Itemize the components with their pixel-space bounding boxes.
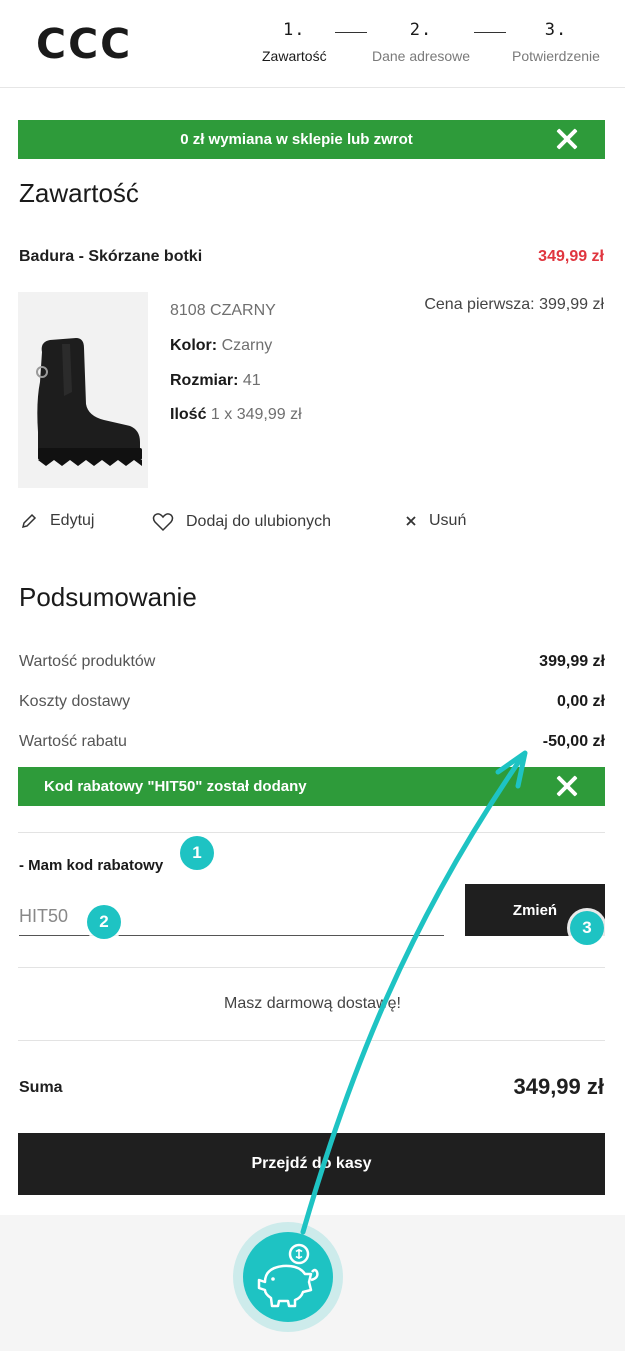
divider bbox=[18, 1040, 605, 1041]
summary-title: Podsumowanie bbox=[19, 582, 197, 612]
edit-label: Edytuj bbox=[50, 512, 95, 529]
checkout-button[interactable]: Przejdź do kasy bbox=[18, 1133, 605, 1195]
annotation-badge-1: 1 bbox=[180, 836, 214, 870]
summary-value: 0,00 zł bbox=[556, 693, 605, 710]
checkout-header: CCC 1. Zawartość 2. Dane adresowe 3. Pot… bbox=[0, 0, 625, 88]
exchange-banner-text: 0 zł wymiana w sklepie lub zwrot bbox=[180, 131, 413, 148]
summary-value: -50,00 zł bbox=[542, 733, 605, 750]
close-icon[interactable] bbox=[555, 127, 579, 151]
summary-row-products: Wartość produktów 399,99 zł bbox=[19, 653, 605, 671]
coupon-code-input[interactable] bbox=[19, 898, 444, 936]
exchange-banner: 0 zł wymiana w sklepie lub zwrot bbox=[18, 120, 605, 159]
coupon-added-text: Kod rabatowy "HIT50" został dodany bbox=[44, 778, 307, 795]
color-label: Kolor: bbox=[170, 337, 218, 354]
size-value: 41 bbox=[242, 372, 261, 389]
step-number: 2. bbox=[409, 20, 433, 40]
summary-row-shipping: Koszty dostawy 0,00 zł bbox=[19, 693, 605, 711]
product-price: 349,99 zł bbox=[538, 248, 604, 265]
piggy-bank-circle bbox=[243, 1232, 333, 1322]
close-icon[interactable] bbox=[555, 774, 579, 798]
pencil-icon bbox=[21, 513, 37, 529]
product-image[interactable] bbox=[18, 292, 148, 488]
color-value: Czarny bbox=[221, 337, 273, 354]
size-label: Rozmiar: bbox=[170, 372, 239, 389]
annotation-badge-3: 3 bbox=[570, 911, 604, 945]
product-size: Rozmiar: 41 bbox=[170, 372, 261, 390]
divider bbox=[18, 967, 605, 968]
favorites-label: Dodaj do ulubionych bbox=[186, 513, 331, 530]
annotation-badge-2: 2 bbox=[87, 905, 121, 939]
product-color: Kolor: Czarny bbox=[170, 337, 272, 355]
total-label: Suma bbox=[19, 1079, 63, 1096]
product-quantity: Ilość 1 x 349,99 zł bbox=[170, 406, 302, 424]
step-label: Dane adresowe bbox=[372, 48, 471, 64]
heart-icon bbox=[152, 513, 174, 532]
step-number: 3. bbox=[544, 20, 568, 40]
divider bbox=[18, 832, 605, 833]
piggy-bank-icon bbox=[257, 1243, 319, 1308]
product-sku: 8108 CZARNY bbox=[170, 302, 276, 319]
total-value: 349,99 zł bbox=[513, 1074, 604, 1099]
summary-value: 399,99 zł bbox=[539, 653, 605, 670]
quantity-label: Ilość bbox=[170, 406, 207, 423]
cart-title: Zawartość bbox=[19, 178, 139, 208]
summary-label: Wartość produktów bbox=[19, 653, 156, 670]
coupon-toggle[interactable]: - Mam kod rabatowy bbox=[19, 857, 163, 874]
edit-button[interactable]: Edytuj bbox=[20, 512, 94, 530]
summary-row-discount: Wartość rabatu -50,00 zł bbox=[19, 733, 605, 751]
coupon-added-banner: Kod rabatowy "HIT50" został dodany bbox=[18, 767, 605, 806]
quantity-value: 1 x 349,99 zł bbox=[210, 406, 302, 423]
remove-button[interactable]: Usuń bbox=[405, 512, 466, 530]
remove-label: Usuń bbox=[429, 512, 467, 529]
first-price: Cena pierwsza: 399,99 zł bbox=[424, 296, 604, 313]
step-confirmation[interactable]: 3. Potwierdzenie bbox=[512, 20, 600, 64]
step-divider bbox=[335, 32, 367, 33]
boot-image bbox=[18, 292, 148, 488]
step-contents[interactable]: 1. Zawartość bbox=[262, 20, 327, 64]
ccc-logo[interactable]: CCC bbox=[36, 20, 132, 68]
summary-label: Koszty dostawy bbox=[19, 693, 131, 710]
step-divider bbox=[474, 32, 506, 33]
step-number: 1. bbox=[283, 20, 306, 40]
add-to-favorites-button[interactable]: Dodaj do ulubionych bbox=[152, 512, 331, 532]
step-address[interactable]: 2. Dane adresowe bbox=[372, 20, 470, 64]
summary-label: Wartość rabatu bbox=[19, 733, 127, 750]
piggy-bank-badge bbox=[233, 1222, 343, 1332]
product-name[interactable]: Badura - Skórzane botki bbox=[19, 248, 202, 266]
step-label: Zawartość bbox=[262, 48, 327, 64]
close-icon bbox=[406, 516, 416, 526]
step-label: Potwierdzenie bbox=[512, 48, 600, 64]
free-shipping-note: Masz darmową dostawę! bbox=[224, 995, 401, 1012]
